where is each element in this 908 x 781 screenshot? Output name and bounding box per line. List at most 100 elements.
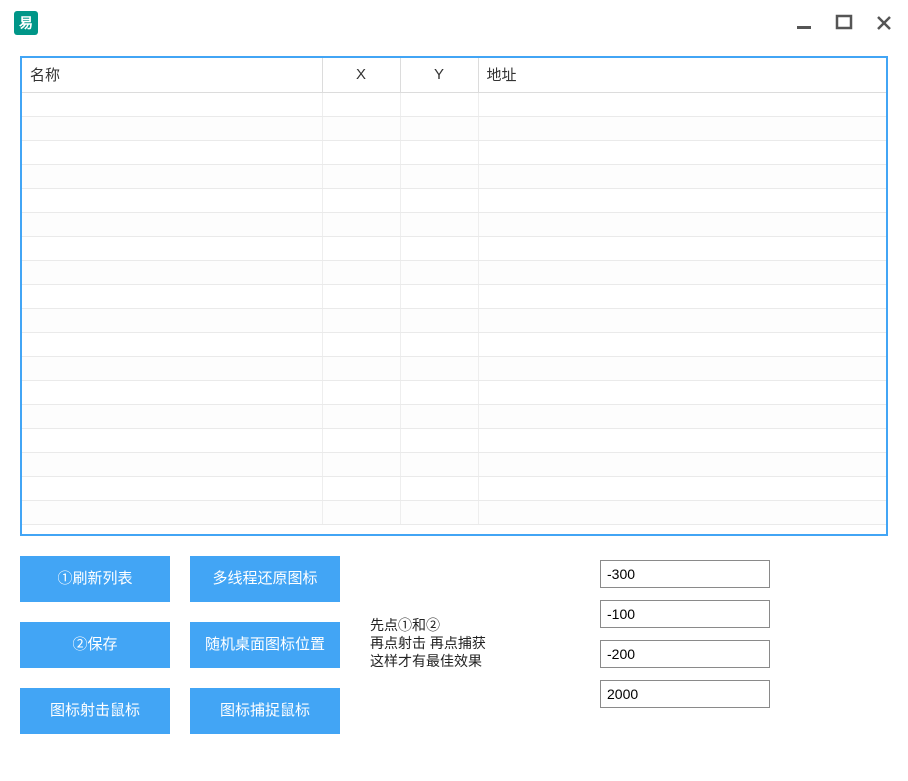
table-body [22,92,886,524]
minimize-button[interactable] [794,13,814,33]
col-header-y[interactable]: Y [400,58,478,92]
data-table-wrap: 名称 X Y 地址 [20,56,888,536]
table-cell [22,308,322,332]
table-cell [400,140,478,164]
table-cell [400,332,478,356]
close-button[interactable] [874,13,894,33]
table-row[interactable] [22,116,886,140]
table-cell [22,500,322,524]
table-row[interactable] [22,140,886,164]
table-cell [400,476,478,500]
table-cell [22,116,322,140]
table-cell [400,380,478,404]
save-button[interactable]: ②保存 [20,622,170,668]
table-cell [322,236,400,260]
table-cell [322,380,400,404]
table-cell [322,404,400,428]
table-row[interactable] [22,236,886,260]
table-row[interactable] [22,284,886,308]
icon-shoot-mouse-button[interactable]: 图标射击鼠标 [20,688,170,734]
icon-capture-mouse-button[interactable]: 图标捕捉鼠标 [190,688,340,734]
titlebar: 易 [0,0,908,40]
button-column-2: 多线程还原图标 随机桌面图标位置 图标捕捉鼠标 [190,556,340,734]
table-row[interactable] [22,260,886,284]
table-row[interactable] [22,476,886,500]
param-input-2[interactable] [600,600,770,628]
random-desktop-icon-button[interactable]: 随机桌面图标位置 [190,622,340,668]
table-cell [22,212,322,236]
table-cell [22,356,322,380]
table-cell [322,92,400,116]
col-header-x[interactable]: X [322,58,400,92]
table-cell [400,500,478,524]
table-row[interactable] [22,92,886,116]
table-row[interactable] [22,188,886,212]
table-cell [400,212,478,236]
table-cell [478,356,886,380]
table-cell [22,164,322,188]
table-row[interactable] [22,380,886,404]
table-cell [22,284,322,308]
table-row[interactable] [22,500,886,524]
hint-column: 先点①和② 再点射击 再点捕获 这样才有最佳效果 [360,556,580,671]
table-row[interactable] [22,212,886,236]
table-cell [22,428,322,452]
hint-line-2: 再点射击 再点捕获 [370,635,486,651]
table-cell [322,284,400,308]
input-column [600,556,770,708]
table-cell [400,92,478,116]
table-header-row: 名称 X Y 地址 [22,58,886,92]
button-column-1: ①刷新列表 ②保存 图标射击鼠标 [20,556,170,734]
hint-line-3: 这样才有最佳效果 [370,653,482,669]
col-header-addr[interactable]: 地址 [478,58,886,92]
table-row[interactable] [22,356,886,380]
table-cell [322,212,400,236]
table-cell [478,476,886,500]
table-cell [478,92,886,116]
refresh-list-button[interactable]: ①刷新列表 [20,556,170,602]
table-cell [400,452,478,476]
table-cell [478,284,886,308]
table-cell [478,164,886,188]
table-cell [322,452,400,476]
table-cell [478,308,886,332]
multithread-restore-button[interactable]: 多线程还原图标 [190,556,340,602]
window-controls [794,13,894,33]
table-cell [322,332,400,356]
table-cell [22,188,322,212]
maximize-button[interactable] [834,13,854,33]
param-input-3[interactable] [600,640,770,668]
table-cell [400,260,478,284]
table-row[interactable] [22,332,886,356]
app-icon: 易 [14,11,38,35]
table-cell [322,356,400,380]
hint-line-1: 先点①和② [370,617,440,633]
table-row[interactable] [22,308,886,332]
instruction-text: 先点①和② 再点射击 再点捕获 这样才有最佳效果 [370,616,580,671]
table-cell [400,164,478,188]
table-row[interactable] [22,428,886,452]
table-cell [478,188,886,212]
table-row[interactable] [22,404,886,428]
data-table[interactable]: 名称 X Y 地址 [22,58,886,525]
table-cell [478,452,886,476]
table-cell [478,500,886,524]
table-cell [478,260,886,284]
param-input-1[interactable] [600,560,770,588]
app-icon-char: 易 [19,13,33,33]
table-cell [22,236,322,260]
col-header-name[interactable]: 名称 [22,58,322,92]
table-cell [400,428,478,452]
table-cell [478,116,886,140]
content-area: 名称 X Y 地址 ①刷新列表 ②保存 图标射击鼠标 多线程还原图标 随机桌面图… [0,40,908,734]
table-row[interactable] [22,164,886,188]
controls-row: ①刷新列表 ②保存 图标射击鼠标 多线程还原图标 随机桌面图标位置 图标捕捉鼠标… [20,556,888,734]
table-cell [322,308,400,332]
table-cell [22,404,322,428]
table-cell [400,116,478,140]
table-cell [478,332,886,356]
param-input-4[interactable] [600,680,770,708]
table-row[interactable] [22,452,886,476]
table-cell [478,140,886,164]
table-cell [478,428,886,452]
